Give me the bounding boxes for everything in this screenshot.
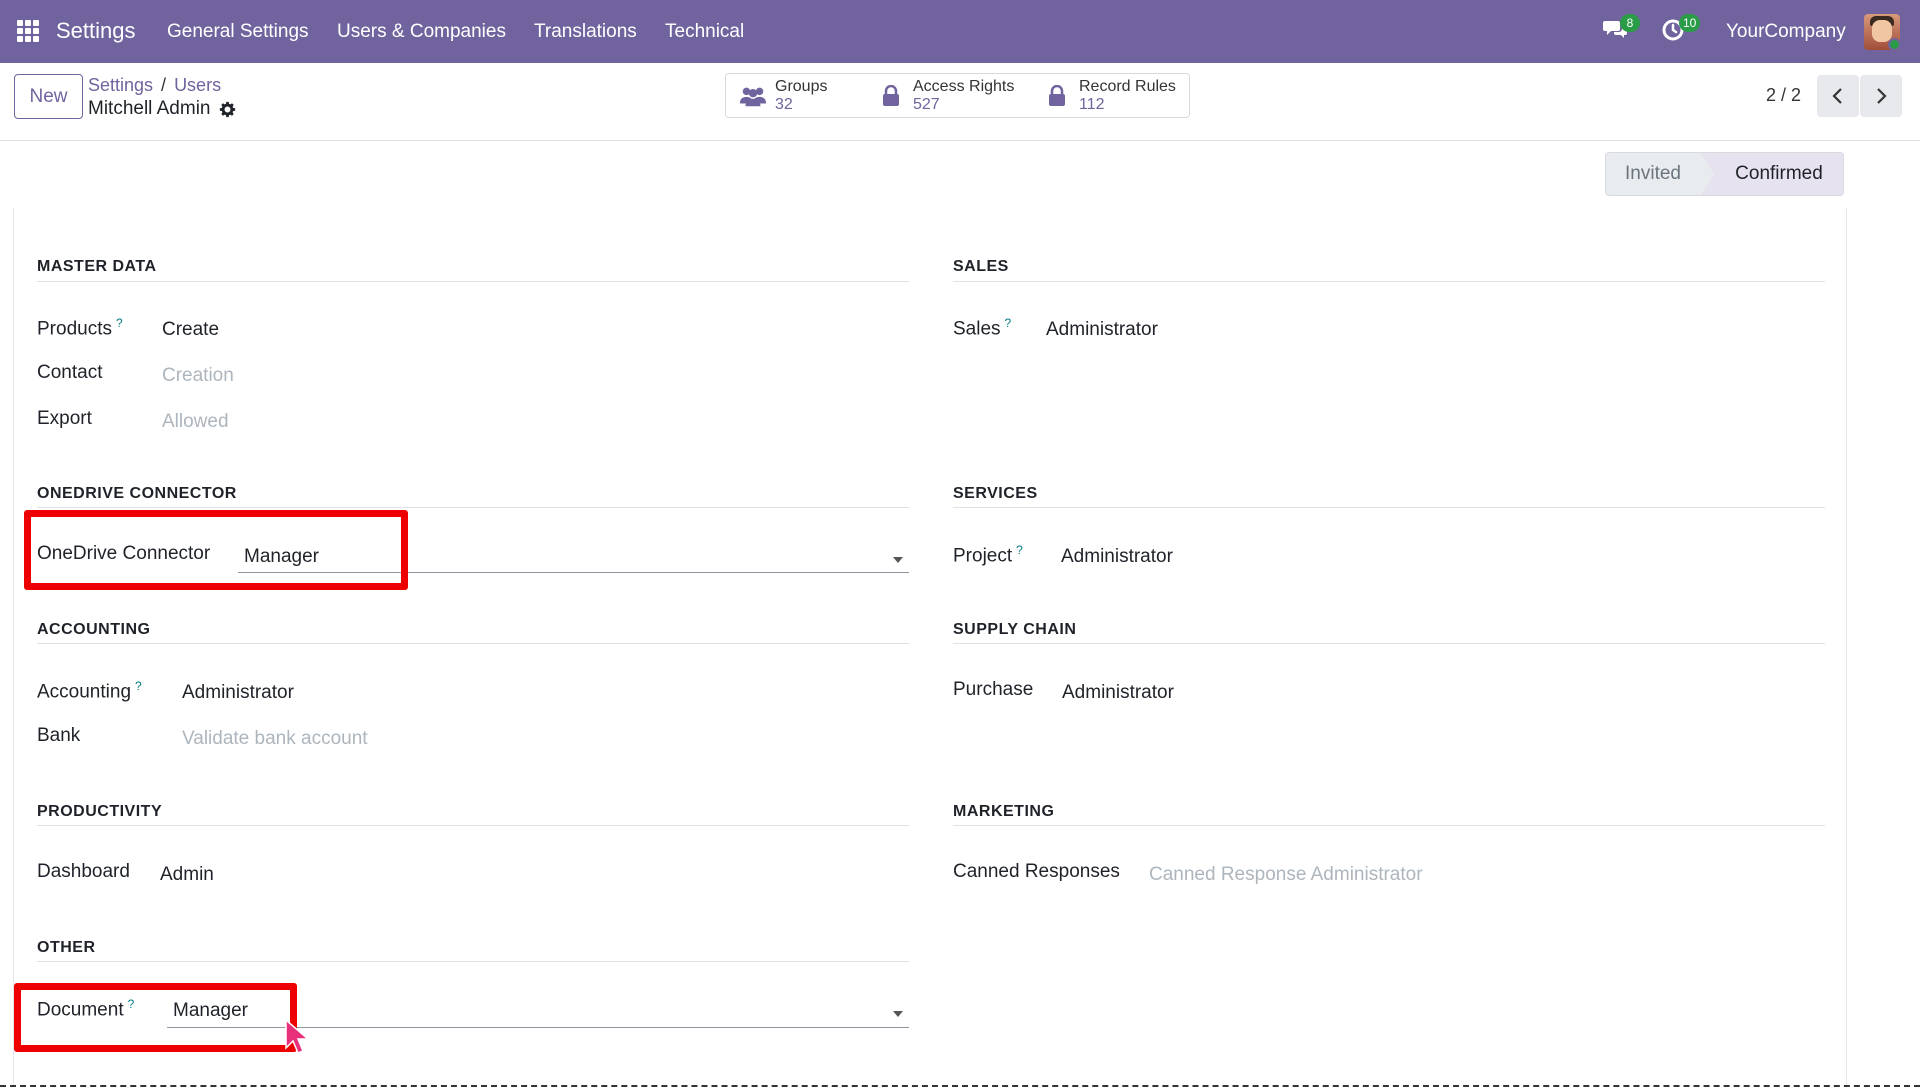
smart-button-access-rights[interactable]: Access Rights 527 xyxy=(864,73,1031,118)
highlight-box-document xyxy=(14,983,297,1052)
app-grid-icon[interactable] xyxy=(17,20,39,42)
company-switcher[interactable]: YourCompany xyxy=(1726,21,1846,43)
field-label-sales: Sales? xyxy=(953,316,1012,340)
group-title-sales: SALES xyxy=(953,258,1009,275)
help-icon[interactable]: ? xyxy=(116,316,123,330)
field-value-sales[interactable]: Administrator xyxy=(1046,319,1158,341)
record-title: Mitchell Admin xyxy=(88,98,236,120)
smart-button-groups[interactable]: Groups 32 xyxy=(725,73,865,118)
pager-value[interactable]: 2 / 2 xyxy=(1766,85,1801,106)
group-title-other: OTHER xyxy=(37,939,96,956)
menu-users-companies[interactable]: Users & Companies xyxy=(337,21,506,43)
messages-button[interactable]: 8 xyxy=(1602,14,1640,47)
breadcrumb-settings[interactable]: Settings xyxy=(88,75,153,95)
field-label-accounting: Accounting? xyxy=(37,679,142,703)
activities-count-badge: 10 xyxy=(1679,14,1701,32)
menu-technical[interactable]: Technical xyxy=(665,21,744,43)
field-value-canned-responses[interactable]: Canned Response Administrator xyxy=(1149,864,1423,886)
record-name: Mitchell Admin xyxy=(88,98,211,119)
group-title-onedrive-connector: ONEDRIVE CONNECTOR xyxy=(37,485,237,502)
new-button[interactable]: New xyxy=(14,74,83,119)
field-value-project[interactable]: Administrator xyxy=(1061,546,1173,568)
group-divider xyxy=(953,281,1825,282)
mouse-pointer-icon xyxy=(285,1018,311,1054)
groups-label: Groups xyxy=(775,77,828,95)
field-value-contact[interactable]: Creation xyxy=(162,365,234,387)
user-avatar[interactable] xyxy=(1864,14,1900,50)
pager-next-button[interactable] xyxy=(1860,75,1902,117)
users-icon xyxy=(739,87,767,106)
menu-general-settings[interactable]: General Settings xyxy=(167,21,309,43)
gear-icon[interactable] xyxy=(219,101,236,118)
activities-button[interactable]: 10 xyxy=(1661,14,1701,47)
field-value-export[interactable]: Allowed xyxy=(162,411,229,433)
app-name[interactable]: Settings xyxy=(56,18,136,44)
group-divider xyxy=(953,643,1825,644)
help-icon[interactable]: ? xyxy=(1005,316,1012,330)
field-label-products: Products? xyxy=(37,316,123,340)
field-value-purchase[interactable]: Administrator xyxy=(1062,682,1174,704)
breadcrumb-separator: / xyxy=(161,75,167,95)
breadcrumb: Settings / Users xyxy=(88,75,221,96)
caret-down-icon[interactable] xyxy=(893,1011,903,1017)
group-title-supply-chain: SUPPLY CHAIN xyxy=(953,621,1077,638)
field-value-products[interactable]: Create xyxy=(162,319,219,341)
group-title-master-data: MASTER DATA xyxy=(37,258,157,275)
status-bar: Invited Confirmed xyxy=(1605,152,1844,196)
group-title-marketing: MARKETING xyxy=(953,803,1055,820)
group-divider xyxy=(953,825,1825,826)
field-label-project: Project? xyxy=(953,543,1023,567)
group-divider xyxy=(37,281,909,282)
group-divider xyxy=(37,961,909,962)
help-icon[interactable]: ? xyxy=(1016,543,1023,557)
lock-icon xyxy=(1049,84,1065,106)
control-panel-divider xyxy=(0,140,1920,141)
status-invited[interactable]: Invited xyxy=(1605,152,1701,196)
group-divider xyxy=(953,507,1825,508)
breadcrumb-users[interactable]: Users xyxy=(174,75,221,95)
field-label-export: Export xyxy=(37,408,92,429)
field-value-bank[interactable]: Validate bank account xyxy=(182,728,368,750)
pager-previous-button[interactable] xyxy=(1817,75,1859,117)
sheet-border-left xyxy=(13,208,14,1087)
record-rules-label: Record Rules xyxy=(1079,77,1176,95)
field-label-contact: Contact xyxy=(37,362,103,383)
group-title-accounting: ACCOUNTING xyxy=(37,621,151,638)
lock-icon xyxy=(883,84,899,106)
highlight-box-onedrive xyxy=(24,510,408,590)
chevron-left-icon xyxy=(1832,88,1842,104)
group-divider xyxy=(37,825,909,826)
caret-down-icon[interactable] xyxy=(893,557,903,563)
field-value-accounting[interactable]: Administrator xyxy=(182,682,294,704)
online-status-dot xyxy=(1888,38,1900,50)
smart-button-record-rules[interactable]: Record Rules 112 xyxy=(1030,73,1190,118)
field-label-dashboard: Dashboard xyxy=(37,861,130,882)
field-label-bank: Bank xyxy=(37,725,81,746)
help-icon[interactable]: ? xyxy=(135,679,142,693)
access-rights-label: Access Rights xyxy=(913,77,1015,95)
top-navbar: Settings General Settings Users & Compan… xyxy=(0,0,1920,63)
groups-count: 32 xyxy=(775,95,793,113)
sheet-border-right xyxy=(1846,208,1847,1087)
field-value-dashboard[interactable]: Admin xyxy=(160,864,214,886)
record-rules-count: 112 xyxy=(1079,95,1105,113)
chevron-right-icon xyxy=(1877,88,1887,104)
group-title-productivity: PRODUCTIVITY xyxy=(37,803,163,820)
group-title-services: SERVICES xyxy=(953,485,1038,502)
messages-count-badge: 8 xyxy=(1620,14,1640,32)
field-label-purchase: Purchase xyxy=(953,679,1034,700)
access-rights-count: 527 xyxy=(913,95,940,113)
group-divider xyxy=(37,643,909,644)
menu-translations[interactable]: Translations xyxy=(534,21,637,43)
status-confirmed[interactable]: Confirmed xyxy=(1700,152,1844,196)
field-label-canned-responses: Canned Responses xyxy=(953,861,1120,882)
group-divider xyxy=(37,507,909,508)
